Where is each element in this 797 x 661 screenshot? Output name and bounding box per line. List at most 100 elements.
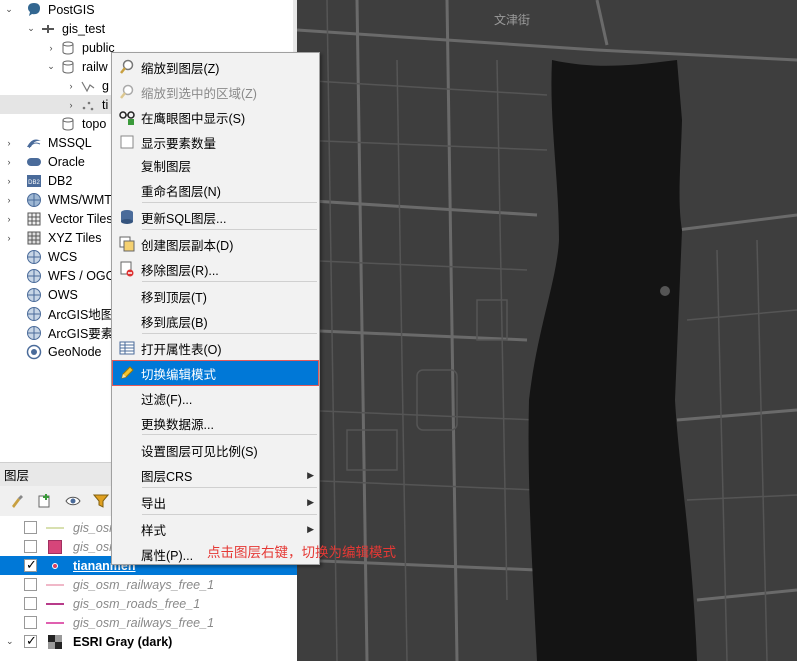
- collapse-arrow-icon[interactable]: ⌄: [46, 61, 56, 72]
- layer-visibility-checkbox[interactable]: [24, 597, 37, 610]
- menu-item[interactable]: 缩放到选中的区域(Z): [113, 80, 318, 104]
- menu-item[interactable]: 缩放到图层(Z): [113, 55, 318, 79]
- remove-layer-icon: [119, 261, 135, 277]
- menu-item[interactable]: 显示要素数量: [113, 130, 318, 154]
- expand-arrow-icon[interactable]: ›: [4, 157, 14, 167]
- expand-arrow-icon[interactable]: ›: [4, 214, 14, 224]
- collapse-arrow-icon[interactable]: ⌄: [4, 4, 14, 15]
- menu-icon-spacer: [119, 442, 135, 458]
- menu-item-label: 移除图层(R)...: [141, 263, 219, 278]
- mssql-icon: [26, 135, 42, 151]
- menu-item-label: 复制图层: [141, 159, 192, 174]
- menu-item[interactable]: 在鹰眼图中显示(S): [113, 105, 318, 129]
- menu-item[interactable]: 更换数据源...: [113, 411, 318, 435]
- browser-item-label: public: [82, 40, 115, 55]
- expand-arrow-icon[interactable]: ›: [4, 233, 14, 243]
- browser-item-gis-test[interactable]: ⌄ gis_test: [0, 19, 297, 38]
- menu-item[interactable]: 导出 ▶: [113, 490, 318, 514]
- postgis-icon: [26, 2, 42, 18]
- browser-item-label: gis_test: [62, 21, 106, 36]
- browser-item-label: ti: [102, 97, 109, 112]
- map-street-label: 文津街: [494, 12, 530, 27]
- db2-icon: DB2: [26, 173, 42, 189]
- map-drawing: 文津街: [297, 0, 797, 661]
- oracle-icon: [26, 154, 42, 170]
- visibility-button[interactable]: [62, 490, 84, 512]
- menu-icon-spacer: [119, 157, 135, 173]
- schema-icon: [60, 40, 76, 56]
- menu-item[interactable]: 打开属性表(O): [113, 336, 318, 360]
- expand-arrow-icon[interactable]: ›: [66, 100, 76, 110]
- map-canvas[interactable]: 文津街: [297, 0, 797, 661]
- menu-item-label: 缩放到选中的区域(Z): [141, 86, 257, 101]
- layer-visibility-checkbox[interactable]: [24, 616, 37, 629]
- menu-item-label: 在鹰眼图中显示(S): [141, 111, 246, 126]
- menu-item[interactable]: 切换编辑模式: [112, 360, 319, 386]
- layer-row[interactable]: gis_osm_railways_free_1: [0, 613, 297, 632]
- raster-symbol-icon: [45, 634, 65, 649]
- schema-icon: [60, 116, 76, 132]
- menu-icon-spacer: [119, 546, 135, 562]
- layer-visibility-checkbox[interactable]: [24, 557, 37, 573]
- layer-row[interactable]: gis_osm_roads_free_1: [0, 594, 297, 613]
- menu-item-label: 显示要素数量: [141, 136, 217, 151]
- layer-name: gis_osm_roads_free_1: [73, 596, 201, 611]
- fill-symbol-icon: [45, 539, 65, 554]
- menu-item[interactable]: 更新SQL图层...: [113, 205, 318, 229]
- menu-item[interactable]: 设置图层可见比例(S): [113, 438, 318, 462]
- menu-item-label: 图层CRS: [141, 469, 193, 484]
- connection-icon: [40, 21, 56, 37]
- wms-icon: [26, 192, 42, 208]
- menu-icon-spacer: [119, 390, 135, 406]
- menu-item[interactable]: 复制图层: [113, 153, 318, 177]
- menu-item[interactable]: 创建图层副本(D): [113, 232, 318, 256]
- pencil-icon: [119, 365, 135, 381]
- collapse-arrow-icon[interactable]: ⌄: [6, 636, 14, 647]
- collapse-arrow-icon[interactable]: ⌄: [26, 23, 36, 34]
- expand-arrow-icon[interactable]: ›: [4, 138, 14, 148]
- menu-item[interactable]: 过滤(F)...: [113, 386, 318, 410]
- browser-item-label: topo: [82, 116, 107, 131]
- menu-item-label: 更换数据源...: [141, 417, 214, 432]
- add-group-button[interactable]: [34, 490, 56, 512]
- line-symbol-icon: [45, 616, 65, 630]
- expand-arrow-icon[interactable]: ›: [4, 195, 14, 205]
- layer-visibility-checkbox[interactable]: [24, 578, 37, 591]
- layers-title-label: 图层: [4, 469, 30, 483]
- expand-arrow-icon[interactable]: ›: [66, 81, 76, 91]
- browser-item-label: WCS: [48, 249, 78, 264]
- submenu-arrow-icon: ▶: [307, 469, 314, 480]
- svg-text:DB2: DB2: [28, 180, 40, 186]
- browser-item-label: PostGIS: [48, 2, 95, 17]
- browser-item-postgis[interactable]: ⌄ PostGIS: [0, 0, 297, 19]
- layer-visibility-checkbox[interactable]: [24, 521, 37, 534]
- menu-icon-spacer: [119, 182, 135, 198]
- filter-legend-button[interactable]: [90, 490, 112, 512]
- annotation-text: 点击图层右键，切换为编辑模式: [207, 545, 396, 560]
- menu-item[interactable]: 移到顶层(T): [113, 284, 318, 308]
- style-layer-button[interactable]: [6, 490, 28, 512]
- menu-item[interactable]: 图层CRS ▶: [113, 463, 318, 487]
- menu-item[interactable]: 移到底层(B): [113, 309, 318, 333]
- zoom-selection-icon: [119, 84, 135, 100]
- layer-row[interactable]: ⌄ ESRI Gray (dark): [0, 632, 297, 651]
- paintbrush-icon: [12, 495, 23, 508]
- layer-visibility-checkbox[interactable]: [24, 633, 37, 649]
- browser-item-label: MSSQL: [48, 135, 92, 150]
- expand-arrow-icon[interactable]: ›: [46, 43, 56, 53]
- ows-icon: [26, 287, 42, 303]
- zoom-layer-icon: [119, 59, 135, 75]
- layer-visibility-checkbox[interactable]: [24, 540, 37, 553]
- line-symbol-icon: [45, 578, 65, 592]
- menu-item[interactable]: 移除图层(R)...: [113, 257, 318, 281]
- layer-row[interactable]: gis_osm_railways_free_1: [0, 575, 297, 594]
- expand-arrow-icon[interactable]: ›: [4, 176, 14, 186]
- add-group-icon: [38, 494, 50, 508]
- menu-icon-spacer: [119, 288, 135, 304]
- menu-item[interactable]: 样式 ▶: [113, 517, 318, 541]
- browser-item-label: WMS/WMT: [48, 192, 112, 207]
- filter-icon: [93, 494, 109, 508]
- menu-separator: [142, 202, 317, 203]
- menu-icon-spacer: [119, 494, 135, 510]
- menu-item[interactable]: 重命名图层(N): [113, 178, 318, 202]
